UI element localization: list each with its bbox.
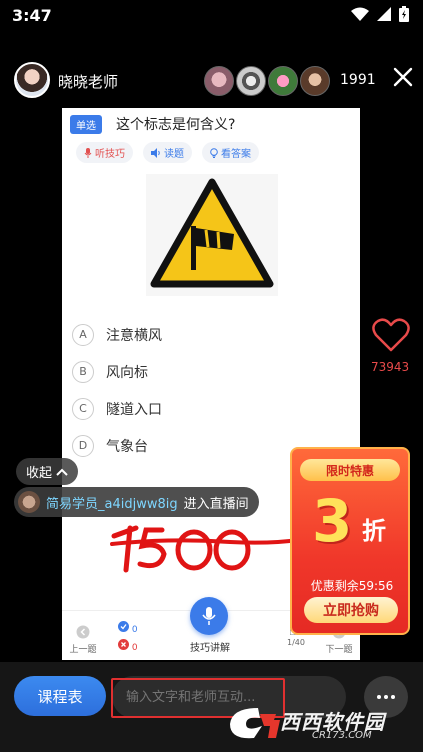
next-question-label: 下一题 [325,645,353,655]
viewer-avatar[interactable] [236,66,266,96]
correct-count-value: 0 [131,625,138,635]
close-icon[interactable] [392,66,414,88]
avatar[interactable] [18,491,40,513]
mic-icon [84,147,92,158]
join-text: 进入直播间 [183,496,249,512]
question-tools: 听技巧 读题 看答案 [76,142,259,163]
more-dot [384,695,388,699]
status-icons [351,6,409,22]
option-text: 气象台 [106,438,148,455]
read-question-button[interactable]: 读题 [143,142,192,163]
promo-badge: 限时特惠 [300,459,400,481]
promo-discount-unit: 折 [362,517,386,545]
bulb-icon [210,147,218,158]
skill-explain-button[interactable] [190,597,228,635]
option-text: 隧道入口 [106,401,162,418]
read-question-label: 读题 [164,149,184,160]
option-letter: B [72,360,94,383]
correct-count: 0 [118,621,138,635]
viewer-avatar[interactable] [300,66,330,96]
wrong-count-value: 0 [131,643,138,653]
collapse-chat-button[interactable]: 收起 [16,458,79,485]
viewer-avatars[interactable] [204,66,330,96]
battery-icon [399,6,409,22]
option-a[interactable]: A 注意横风 [72,316,162,353]
progress-label: 1/40 [287,638,305,647]
question-type-badge: 单选 [70,115,102,134]
listen-tip-label: 听技巧 [95,149,125,160]
viewer-count: 1991 [340,72,376,88]
prev-question-label: 上一题 [69,645,97,655]
options-list: A 注意横风 B 风向标 C 隧道入口 D 气象台 [72,316,162,464]
view-answer-button[interactable]: 看答案 [202,142,259,163]
collapse-label: 收起 [26,466,53,481]
question-text: 这个标志是何含义? [116,117,236,133]
host-avatar[interactable] [14,62,50,98]
status-time: 3:47 [12,6,52,25]
join-message: 简易学员_a4idjww8ig 进入直播间 [14,487,259,517]
option-letter: A [72,323,94,346]
viewer-avatar[interactable] [268,66,298,96]
promo-remaining-time: 优惠剩余59:56 [310,579,394,593]
listen-tip-button[interactable]: 听技巧 [76,142,133,163]
viewer-avatar[interactable] [204,66,234,96]
buy-now-button[interactable]: 立即抢购 [304,597,398,623]
join-user-name[interactable]: 简易学员_a4idjww8ig [46,493,178,512]
promo-discount-number: 3 [312,487,353,555]
prev-question-button[interactable]: 上一题 [68,625,98,655]
chevron-up-icon [56,468,68,476]
option-c[interactable]: C 隧道入口 [72,390,162,427]
option-text: 风向标 [106,364,148,381]
course-schedule-button[interactable]: 课程表 [14,676,106,716]
option-text: 注意横风 [106,327,162,344]
traffic-sign-image [146,174,278,296]
watermark-subtext: CR173.COM [312,730,372,741]
check-icon [118,621,129,632]
option-letter: C [72,397,94,420]
view-answer-label: 看答案 [221,149,251,160]
like-count: 73943 [371,360,410,374]
like-heart-icon[interactable] [372,318,410,352]
more-dot [391,695,395,699]
skill-explain-label: 技巧讲解 [190,643,230,654]
crosswind-sign-icon [150,178,274,288]
signal-icon [377,7,391,21]
option-letter: D [72,434,94,457]
more-dot [377,695,381,699]
arrow-left-icon [76,625,90,639]
wrong-count: 0 [118,639,138,653]
mic-icon [202,607,216,625]
handwriting-annotation [110,525,300,573]
cross-icon [118,639,129,650]
host-name[interactable]: 晓晓老师 [58,71,118,92]
option-b[interactable]: B 风向标 [72,353,162,390]
wifi-icon [351,7,369,21]
speaker-icon [151,147,160,158]
promo-card[interactable]: 限时特惠 3 折 优惠剩余59:56 立即抢购 [290,447,410,635]
option-d[interactable]: D 气象台 [72,427,162,464]
